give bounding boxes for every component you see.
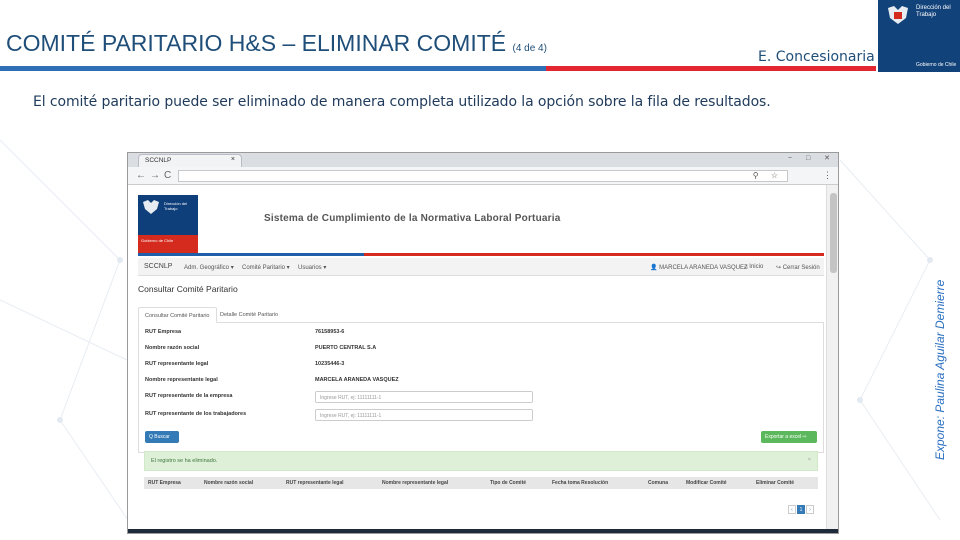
slide-title-text: COMITÉ PARITARIO H&S – ELIMINAR COMITÉ <box>6 30 507 56</box>
system-title: Sistema de Cumplimiento de la Normativa … <box>264 213 561 224</box>
presenter-credit: Expone: Paulina Aguilar Demierre <box>933 279 947 460</box>
value-rut-empresa: 76158953-6 <box>315 329 345 335</box>
results-table-header: RUT Empresa Nombre razón social RUT repr… <box>144 477 818 489</box>
alert-close-icon[interactable]: × <box>808 457 811 463</box>
export-excel-button[interactable]: Exportar a excel ⇨ <box>761 431 817 443</box>
tab-consultar[interactable]: Consultar Comité Paritario <box>138 307 217 323</box>
label-rut-empresa: RUT Empresa <box>145 329 182 335</box>
page-scrollbar[interactable] <box>826 185 838 533</box>
app-logo-subtext: Gobierno de Chile <box>141 238 174 243</box>
nav-user-name: MARCELA ARANEDA VASQUEZ <box>659 265 748 271</box>
nav-user[interactable]: 👤 MARCELA ARANEDA VASQUEZ <box>650 264 748 271</box>
reload-icon[interactable]: C <box>164 170 171 181</box>
slide-description: El comité paritario puede ser eliminado … <box>33 94 771 110</box>
nav-home-label: Inicio <box>749 264 764 270</box>
app-logo-text: Dirección del Trabajo <box>164 201 188 211</box>
dt-logo: Dirección del Trabajo Gobierno de Chile <box>878 0 960 72</box>
nav-comite-paritario[interactable]: Comité Paritario ▾ <box>242 264 290 271</box>
pager-page-1[interactable]: 1 <box>797 505 805 514</box>
browser-menu-icon[interactable]: ⋮ <box>823 170 832 181</box>
close-tab-icon[interactable]: × <box>231 156 235 163</box>
nav-adm-geografico[interactable]: Adm. Geográfico ▾ <box>184 264 234 271</box>
th-fecha-resolucion[interactable]: Fecha toma Resolución <box>552 480 608 486</box>
search-form: RUT Empresa 76158953-6 Nombre razón soci… <box>138 323 824 453</box>
nav-logout-label: Cerrar Sesión <box>782 265 820 271</box>
slide-title-suffix: (4 de 4) <box>512 43 547 54</box>
chile-crest-icon <box>888 6 908 24</box>
tab-detalle[interactable]: Detalle Comité Paritario <box>214 307 284 323</box>
label-rut-rep-trab: RUT representante de los trabajadores <box>145 411 247 417</box>
section-label: E. Concesionaria <box>758 49 875 65</box>
url-input[interactable]: ⚲ ☆ <box>178 170 788 182</box>
header-bar <box>138 253 824 256</box>
alert-text: El registro se ha eliminado. <box>151 458 218 464</box>
app-navbar: SCCNLP Adm. Geográfico ▾ Comité Paritari… <box>138 258 824 276</box>
pagination: ‹ 1 › <box>787 505 814 514</box>
chile-crest-icon <box>143 200 159 214</box>
address-bar: ← → C ⚲ ☆ ⋮ <box>128 167 838 185</box>
rut-rep-trab-input[interactable]: Ingrese RUT, ej: 11111111-1 <box>315 409 533 421</box>
th-tipo-comite[interactable]: Tipo de Comité <box>490 480 526 486</box>
value-razon-social: PUERTO CENTRAL S.A <box>315 345 377 351</box>
success-alert: El registro se ha eliminado. × <box>144 451 818 471</box>
value-rut-rep-legal: 10235446-3 <box>315 361 345 367</box>
logo-text-bottom: Gobierno de Chile <box>916 62 957 68</box>
logo-text-top: Dirección del Trabajo <box>916 5 951 18</box>
th-nombre-rep-legal[interactable]: Nombre representante legal <box>382 480 448 486</box>
rut-rep-empresa-input[interactable]: Ingrese RUT, ej: 11111111-1 <box>315 391 533 403</box>
window-controls[interactable]: − □ ✕ <box>788 154 836 162</box>
content-title: Consultar Comité Paritario <box>138 284 238 294</box>
pager-prev[interactable]: ‹ <box>788 505 796 514</box>
tab-title: SCCNLP <box>145 157 172 164</box>
th-eliminar[interactable]: Eliminar Comité <box>756 480 794 486</box>
search-button[interactable]: Q Buscar <box>145 431 179 443</box>
browser-tabstrip: SCCNLP × − □ ✕ <box>128 153 838 167</box>
label-rut-rep-legal: RUT representante legal <box>145 361 209 367</box>
content-tabs: Consultar Comité Paritario Detalle Comit… <box>138 307 824 323</box>
forward-icon[interactable]: → <box>150 170 160 181</box>
app-logo: Dirección del Trabajo Gobierno de Chile <box>138 195 198 253</box>
value-nombre-rep-legal: MARCELA ARANEDA VASQUEZ <box>315 377 399 383</box>
th-razon-social[interactable]: Nombre razón social <box>204 480 253 486</box>
slide-title: COMITÉ PARITARIO H&S – ELIMINAR COMITÉ (… <box>6 30 547 57</box>
label-razon-social: Nombre razón social <box>145 345 200 351</box>
title-underline-bar <box>0 66 876 71</box>
nav-home[interactable]: ⌂ Inicio <box>744 264 763 270</box>
browser-tab[interactable]: SCCNLP × <box>138 154 242 167</box>
label-nombre-rep-legal: Nombre representante legal <box>145 377 218 383</box>
back-icon[interactable]: ← <box>136 170 146 181</box>
os-taskbar <box>128 529 838 533</box>
pager-next[interactable]: › <box>806 505 814 514</box>
web-page: Dirección del Trabajo Gobierno de Chile … <box>138 185 824 533</box>
navbar-brand[interactable]: SCCNLP <box>144 263 172 270</box>
scrollbar-thumb[interactable] <box>830 193 837 273</box>
nav-logout[interactable]: ↪ Cerrar Sesión <box>776 264 820 271</box>
th-rut-rep-legal[interactable]: RUT representante legal <box>286 480 344 486</box>
th-comuna[interactable]: Comuna <box>648 480 668 486</box>
omnibox-icons[interactable]: ⚲ ☆ <box>753 171 783 180</box>
label-rut-rep-empresa: RUT representante de la empresa <box>145 393 233 399</box>
browser-window: SCCNLP × − □ ✕ ← → C ⚲ ☆ ⋮ Dirección del… <box>127 152 839 534</box>
nav-usuarios[interactable]: Usuarios ▾ <box>298 264 326 271</box>
th-rut-empresa[interactable]: RUT Empresa <box>148 480 181 486</box>
th-modificar[interactable]: Modificar Comité <box>686 480 727 486</box>
